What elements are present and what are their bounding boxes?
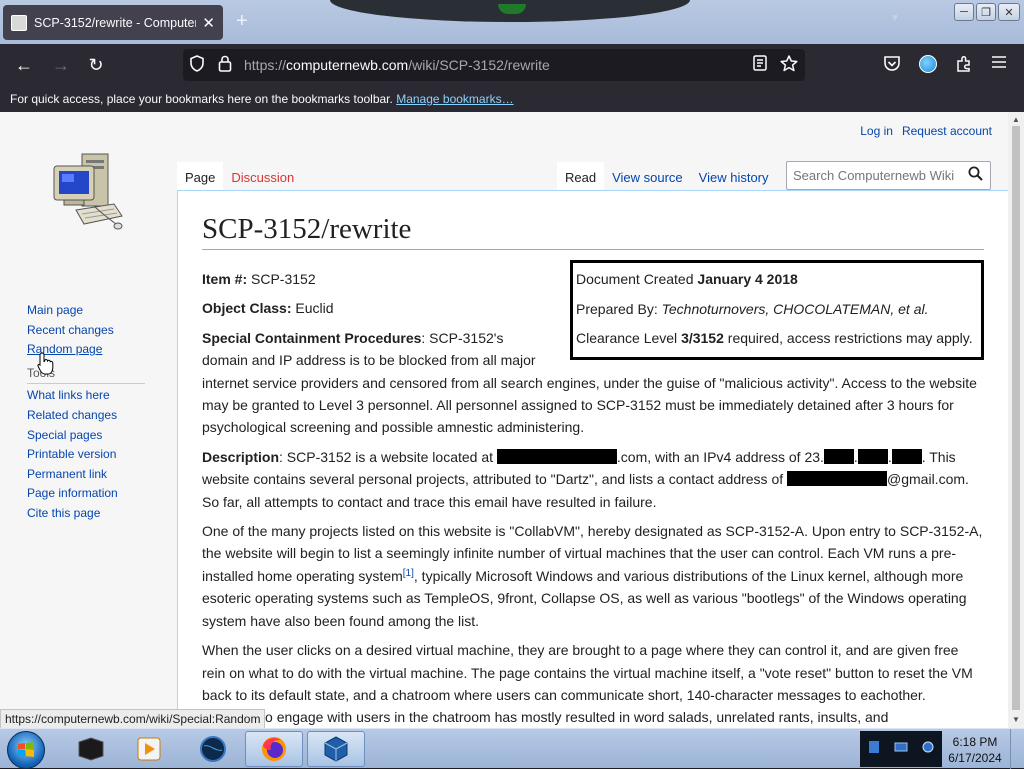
description: Description: SCP-3152 is a website locat… xyxy=(202,448,969,510)
search-input[interactable]: Search Computernewb Wiki xyxy=(786,161,991,190)
sidebar-item-printable-version[interactable]: Printable version xyxy=(27,445,145,465)
url-text[interactable]: https://computernewb.com/wiki/SCP-3152/r… xyxy=(244,57,550,73)
tray-flag-icon[interactable] xyxy=(867,740,881,759)
wiki-favicon-icon xyxy=(11,14,27,31)
back-icon[interactable]: ← xyxy=(11,53,37,77)
collabvm-paragraph: One of the many projects listed on this … xyxy=(202,523,983,629)
login-link[interactable]: Log in xyxy=(860,124,893,138)
request-account-link[interactable]: Request account xyxy=(902,124,992,138)
windows-start-icon[interactable] xyxy=(7,731,45,769)
sidebar-item-special-pages[interactable]: Special pages xyxy=(27,426,145,446)
personal-tools: Log in Request account xyxy=(860,124,992,138)
reference-link[interactable]: [1] xyxy=(403,568,414,579)
taskbar-clock[interactable]: 6:18 PM 6/17/2024 xyxy=(944,734,1006,766)
forward-icon[interactable]: → xyxy=(48,53,74,77)
tab-view-history[interactable]: View history xyxy=(691,162,777,191)
redacted-bar xyxy=(823,448,854,464)
tab-page[interactable]: Page xyxy=(177,162,224,192)
taskbar: 6:18 PM 6/17/2024 xyxy=(0,728,1024,769)
tab-title: SCP-3152/rewrite - Computernewb Wiki xyxy=(34,15,196,30)
scroll-up-arrow[interactable]: ▲ xyxy=(1012,115,1020,124)
show-desktop-button[interactable] xyxy=(1010,729,1024,769)
sidebar-item-related-changes[interactable]: Related changes xyxy=(27,406,145,426)
list-all-tabs-icon[interactable]: ▼ xyxy=(890,13,900,24)
bookmarks-toolbar: For quick access, place your bookmarks h… xyxy=(0,86,1024,112)
taskbar-app-firefox[interactable] xyxy=(245,731,303,767)
scroll-down-arrow[interactable]: ▼ xyxy=(1012,715,1020,724)
redacted-bar xyxy=(891,448,922,464)
bookmark-star-icon[interactable] xyxy=(780,55,798,76)
sidebar-item-cite-this-page[interactable]: Cite this page xyxy=(27,504,145,524)
taskbar-app-terminal[interactable] xyxy=(62,731,120,767)
url-bar[interactable]: https://computernewb.com/wiki/SCP-3152/r… xyxy=(183,49,805,81)
sidebar-item-page-information[interactable]: Page information xyxy=(27,484,145,504)
browser-tab-active[interactable]: SCP-3152/rewrite - Computernewb Wiki ✕ xyxy=(3,5,223,40)
redacted-bar xyxy=(857,448,888,464)
extensions-icon[interactable] xyxy=(955,55,973,78)
sidebar-item-recent-changes[interactable]: Recent changes xyxy=(27,321,145,341)
tab-strip: SCP-3152/rewrite - Computernewb Wiki ✕ +… xyxy=(0,0,1024,44)
lock-icon[interactable] xyxy=(218,55,232,76)
tray-monitor-icon[interactable] xyxy=(894,740,908,759)
minimize-button[interactable]: ─ xyxy=(954,3,974,21)
taskbar-app-virtualbox[interactable] xyxy=(307,731,365,767)
link-status-tooltip: https://computernewb.com/wiki/Special:Ra… xyxy=(0,709,266,729)
article-content: SCP-3152/rewrite Document Created Januar… xyxy=(177,190,1008,728)
tab-discussion[interactable]: Discussion xyxy=(223,162,302,192)
search-placeholder: Search Computernewb Wiki xyxy=(793,168,955,183)
pointer-cursor-icon xyxy=(37,352,54,375)
sidebar-item-permanent-link[interactable]: Permanent link xyxy=(27,465,145,485)
system-tray xyxy=(860,731,942,767)
document-infobox: Document Created January 4 2018 Prepared… xyxy=(570,260,984,360)
camera-notch xyxy=(330,0,690,22)
sidebar: Main page Recent changes Random page Too… xyxy=(27,301,145,524)
account-avatar[interactable] xyxy=(919,55,937,73)
restore-button[interactable]: ❐ xyxy=(976,3,996,21)
pocket-icon[interactable] xyxy=(883,55,901,77)
namespace-tabs: Page Discussion xyxy=(177,162,302,192)
bookmarks-hint: For quick access, place your bookmarks h… xyxy=(10,92,393,106)
close-window-button[interactable]: ✕ xyxy=(998,3,1020,21)
redacted-bar xyxy=(787,471,888,487)
taskbar-app-globe[interactable] xyxy=(184,731,242,767)
tab-view-source[interactable]: View source xyxy=(604,162,691,191)
clock-date: 6/17/2024 xyxy=(948,751,1002,765)
vm-page-paragraph: When the user clicks on a desired virtua… xyxy=(202,642,973,726)
manage-bookmarks-link[interactable]: Manage bookmarks… xyxy=(396,92,513,106)
page-scrollbar[interactable]: ▲ ▼ xyxy=(1008,112,1024,728)
scrollbar-thumb[interactable] xyxy=(1012,126,1020,710)
menu-icon[interactable] xyxy=(991,55,1007,74)
tab-read[interactable]: Read xyxy=(557,162,605,191)
clock-time: 6:18 PM xyxy=(952,735,998,749)
page-title: SCP-3152/rewrite xyxy=(202,211,984,250)
search-icon[interactable] xyxy=(968,166,983,185)
navigation-toolbar: ← → ↻ https://computernewb.com/wiki/SCP-… xyxy=(0,44,1024,86)
shield-icon[interactable] xyxy=(189,55,205,76)
view-tabs: Read View source View history xyxy=(557,162,777,191)
reader-view-icon[interactable] xyxy=(753,55,767,75)
computer-logo-icon[interactable] xyxy=(48,148,128,234)
new-tab-button[interactable]: + xyxy=(236,10,248,33)
tray-network-icon[interactable] xyxy=(921,740,935,759)
redacted-bar xyxy=(496,448,617,464)
reload-icon[interactable]: ↻ xyxy=(83,53,109,77)
taskbar-app-media-player[interactable] xyxy=(120,731,178,767)
tab-close-icon[interactable]: ✕ xyxy=(202,14,215,32)
web-page: Log in Request account Main page Recent … xyxy=(0,112,1008,728)
sidebar-item-main-page[interactable]: Main page xyxy=(27,301,145,321)
sidebar-item-what-links-here[interactable]: What links here xyxy=(27,386,145,406)
